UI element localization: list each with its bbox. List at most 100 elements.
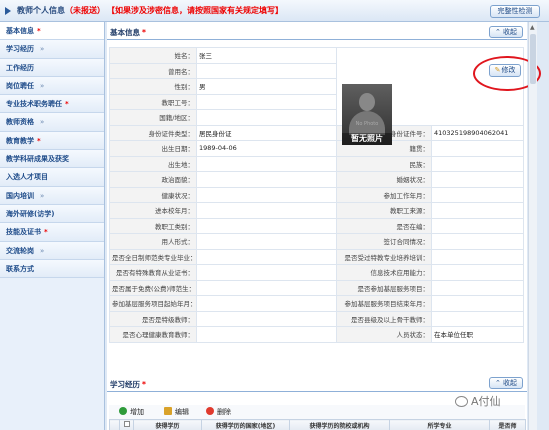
field-label: 是否参加基层服务项目：: [336, 279, 432, 296]
field-value: [196, 186, 337, 203]
sidebar-item[interactable]: 教育教学 *: [0, 131, 104, 151]
sidebar-item[interactable]: 入选人才项目: [0, 168, 104, 187]
field-value: [431, 248, 524, 265]
field-label: 教职工来源：: [336, 202, 432, 219]
field-value: [196, 171, 337, 188]
info-row: 用人形式： 签订合同情况：: [109, 233, 524, 250]
field-label: 教职工号：: [109, 93, 197, 110]
field-label: 是否心理健康教育教师：: [109, 326, 197, 343]
sidebar-item[interactable]: 专业技术职务聘任 *: [0, 95, 104, 114]
field-value: [431, 186, 524, 203]
scrollbar-thumb[interactable]: [530, 34, 536, 84]
scroll-up-icon[interactable]: ▲: [530, 24, 535, 31]
double-chevron-icon: »: [40, 81, 45, 90]
field-label: 参加工作年月：: [336, 186, 432, 203]
sidebar-item[interactable]: 交流轮岗 »: [0, 241, 104, 260]
sidebar-item-label: 联系方式: [6, 264, 34, 273]
sidebar-item-label: 基本信息: [6, 27, 34, 35]
sidebar-item-label: 海外研修(访学): [6, 209, 55, 218]
field-value: 男: [196, 78, 337, 95]
info-row: 是否是特级教师： 是否县级及以上骨干教师：: [109, 310, 524, 327]
field-label: 是否有特殊教育从业证书：: [109, 264, 197, 281]
required-star: *: [37, 27, 41, 35]
sidebar-item[interactable]: 基本信息 *: [0, 22, 104, 41]
sidebar-item[interactable]: 学习经历 »: [0, 40, 104, 59]
row-number-header: [109, 419, 120, 430]
edit-record-button[interactable]: 编辑: [164, 407, 189, 417]
column-header[interactable]: 所学专业: [389, 419, 490, 430]
info-row: 出生日期： 1989-04-06 籍贯：: [109, 140, 524, 157]
add-label: 增加: [130, 408, 144, 416]
field-label: 是否受过特教专业培养培训：: [336, 248, 432, 265]
title-bar: 教师个人信息（未报送） 【如果涉及涉密信息，请按照国家有关规定填写】 完整性检测: [0, 0, 549, 22]
add-icon: [119, 407, 127, 415]
sidebar-item[interactable]: 技能及证书 *: [0, 223, 104, 242]
collapse-study-button[interactable]: ⌃ 收起: [489, 377, 523, 389]
field-value: [431, 233, 524, 250]
sidebar-item[interactable]: 岗位聘任 »: [0, 76, 104, 96]
field-value: [431, 310, 524, 327]
info-row: 参加基层服务项目起始年月： 参加基层服务项目结束年月：: [109, 295, 524, 312]
info-row: 是否属于免费(公费)师范生： 是否参加基层服务项目：: [109, 279, 524, 296]
completeness-check-button[interactable]: 完整性检测: [490, 5, 540, 18]
sidebar-item-label: 学习经历: [6, 45, 34, 54]
sidebar-item[interactable]: 教学科研成果及获奖: [0, 150, 104, 169]
basic-info-table: 姓名： 张三 曾用名： 性别：男教职工号： 国籍/地区： 身份证件类型： 居民身份证 身份证件…: [109, 47, 524, 343]
study-title-text: 学习经历: [110, 380, 140, 389]
select-all-checkbox[interactable]: [119, 419, 134, 430]
field-value: [196, 202, 337, 219]
field-value: [196, 233, 337, 250]
column-header[interactable]: 是否师: [489, 419, 526, 430]
scrollbar[interactable]: ▲: [528, 22, 537, 430]
sidebar-item[interactable]: 国内培训 »: [0, 186, 104, 205]
field-label: 用人形式：: [109, 233, 197, 250]
field-label: 信息技术应用能力：: [336, 264, 432, 281]
profile-photo: No Photo 暂无照片: [342, 84, 392, 145]
delete-icon: [206, 407, 214, 415]
field-value: [196, 295, 337, 312]
collapse-study-label: 收起: [503, 379, 518, 387]
collapse-basic-label: 收起: [503, 28, 518, 36]
sidebar: 基本信息 * 学习经历» 工作经历 岗位聘任» 专业技术职务聘任 * 教师资格» 教育教学 * 教学…: [0, 22, 105, 430]
column-header[interactable]: 获得学历: [133, 419, 202, 430]
field-value: [196, 264, 337, 281]
field-value: 张三: [196, 47, 337, 64]
page-title-text: 教师个人信息: [17, 6, 65, 15]
field-value: 居民身份证: [196, 124, 337, 141]
column-header[interactable]: 获得学历的院校或机构: [289, 419, 390, 430]
study-table-header: 获得学历 获得学历的国家(地区) 获得学历的院校或机构 所学专业 是否师: [109, 419, 526, 430]
required-star: *: [44, 228, 48, 237]
field-label: 姓名：: [109, 47, 197, 64]
sidebar-item-label: 岗位聘任: [6, 81, 34, 90]
info-row: 出生地： 民族：: [109, 155, 524, 172]
double-chevron-icon: »: [40, 246, 45, 255]
column-header[interactable]: 获得学历的国家(地区): [201, 419, 290, 430]
sidebar-item-label: 工作经历: [6, 63, 34, 72]
field-value: [196, 93, 337, 110]
field-label: 是否是特级教师：: [109, 310, 197, 327]
no-photo-caption: 暂无照片: [342, 133, 392, 145]
sidebar-item[interactable]: 联系方式: [0, 259, 104, 279]
field-label: 曾用名：: [109, 62, 197, 79]
field-value: [196, 248, 337, 265]
info-row: 是否心理健康教育教师： 人员状态： 在本单位任职: [109, 326, 524, 343]
field-value: [431, 295, 524, 312]
sidebar-item[interactable]: 海外研修(访学): [0, 204, 104, 224]
sidebar-item[interactable]: 教师资格 »: [0, 113, 104, 132]
add-button[interactable]: 增加: [119, 407, 144, 417]
field-value: 410325198904062041: [431, 124, 524, 141]
delete-button[interactable]: 删除: [206, 407, 231, 417]
basic-info-title: 基本信息 *: [110, 27, 146, 38]
study-table: 获得学历 获得学历的国家(地区) 获得学历的院校或机构 所学专业 是否师: [109, 419, 526, 430]
collapse-basic-button[interactable]: ⌃ 收起: [489, 26, 523, 38]
field-label: 是否县级及以上骨干教师：: [336, 310, 432, 327]
edit-icon: [164, 407, 172, 415]
avatar-head: [359, 93, 375, 111]
field-label: 是否在编：: [336, 217, 432, 234]
double-chevron-icon: »: [40, 191, 45, 200]
sidebar-item[interactable]: 工作经历: [0, 58, 104, 77]
field-value: [196, 217, 337, 234]
field-label: 是否属于免费(公费)师范生：: [109, 279, 197, 296]
double-chevron-icon: »: [40, 118, 45, 127]
sidebar-item-label: 交流轮岗: [6, 246, 34, 255]
